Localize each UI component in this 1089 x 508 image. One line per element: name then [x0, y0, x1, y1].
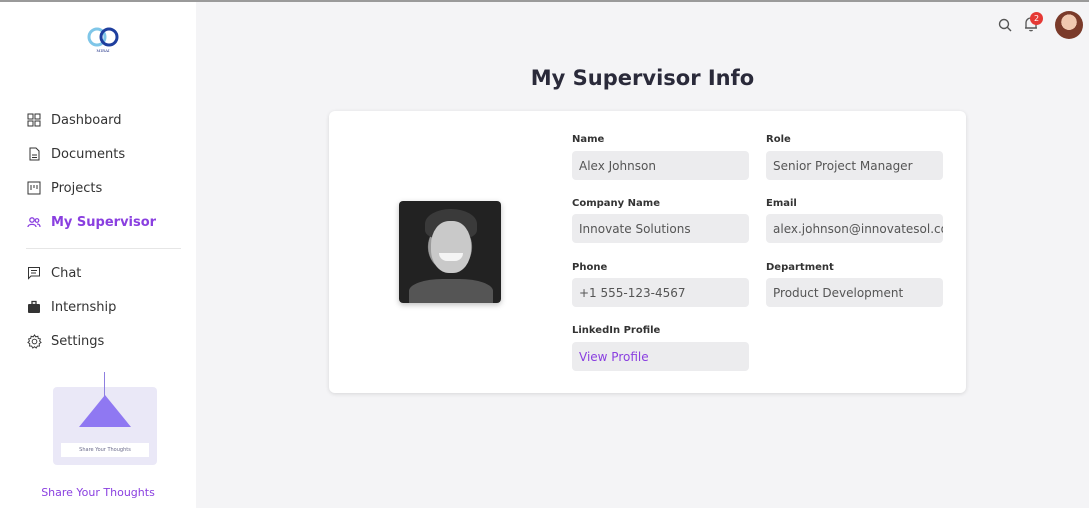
- sidebar-item-dashboard[interactable]: Dashboard: [26, 108, 122, 132]
- department-field: Product Development: [766, 278, 943, 307]
- sidebar-item-label: Chat: [51, 265, 82, 281]
- phone-field: +1 555-123-4567: [572, 278, 749, 307]
- sidebar-item-internship[interactable]: Internship: [26, 295, 116, 319]
- notification-badge: 2: [1030, 12, 1043, 25]
- linkedin-label: LinkedIn Profile: [572, 325, 661, 336]
- name-label: Name: [572, 134, 605, 145]
- role-field: Senior Project Manager: [766, 151, 943, 180]
- sidebar-item-label: Documents: [51, 146, 126, 162]
- sidebar-item-documents[interactable]: Documents: [26, 142, 125, 166]
- search-icon[interactable]: [998, 17, 1012, 32]
- logo[interactable]: MIRAI: [83, 26, 123, 56]
- phone-label: Phone: [572, 262, 608, 273]
- linkedin-view-profile-link[interactable]: View Profile: [572, 342, 749, 371]
- photo-face: [431, 221, 471, 273]
- projects-icon: [26, 180, 42, 196]
- sidebar: MIRAI Dashboard Documents Projects My Su…: [0, 2, 196, 508]
- role-label: Role: [766, 134, 791, 145]
- share-thoughts-link[interactable]: Share Your Thoughts: [0, 486, 196, 499]
- supervisor-icon: [26, 214, 42, 230]
- sidebar-item-label: Settings: [51, 333, 105, 349]
- share-thoughts-card[interactable]: Share Your Thoughts: [53, 372, 157, 465]
- sidebar-item-settings[interactable]: Settings: [26, 329, 104, 353]
- logo-icon: [87, 27, 119, 47]
- sidebar-item-label: Dashboard: [51, 112, 122, 128]
- sidebar-item-label: My Supervisor: [51, 214, 157, 230]
- sidebar-item-label: Projects: [51, 180, 103, 196]
- photo-shirt: [409, 279, 493, 303]
- lamp-icon: [79, 395, 131, 427]
- share-thoughts-card-button[interactable]: Share Your Thoughts: [61, 443, 149, 457]
- page-title: My Supervisor Info: [530, 66, 755, 90]
- company-field: Innovate Solutions: [572, 214, 749, 243]
- lamp-cord: [104, 372, 105, 397]
- user-avatar[interactable]: [1055, 11, 1083, 39]
- gear-icon: [26, 333, 42, 349]
- sidebar-item-projects[interactable]: Projects: [26, 176, 102, 200]
- email-field: alex.johnson@innovatesol.com: [766, 214, 943, 243]
- document-icon: [26, 146, 42, 162]
- logo-text: MIRAI: [96, 48, 110, 53]
- grid-icon: [26, 112, 42, 128]
- name-field: Alex Johnson: [572, 151, 749, 180]
- sidebar-item-label: Internship: [51, 299, 117, 315]
- sidebar-divider: [26, 248, 181, 249]
- supervisor-photo: [399, 201, 501, 303]
- company-label: Company Name: [572, 198, 660, 209]
- department-label: Department: [766, 262, 834, 273]
- sidebar-item-my-supervisor[interactable]: My Supervisor: [26, 210, 156, 234]
- email-label: Email: [766, 198, 797, 209]
- sidebar-item-chat[interactable]: Chat: [26, 261, 81, 285]
- chat-icon: [26, 265, 42, 281]
- briefcase-icon: [26, 299, 42, 315]
